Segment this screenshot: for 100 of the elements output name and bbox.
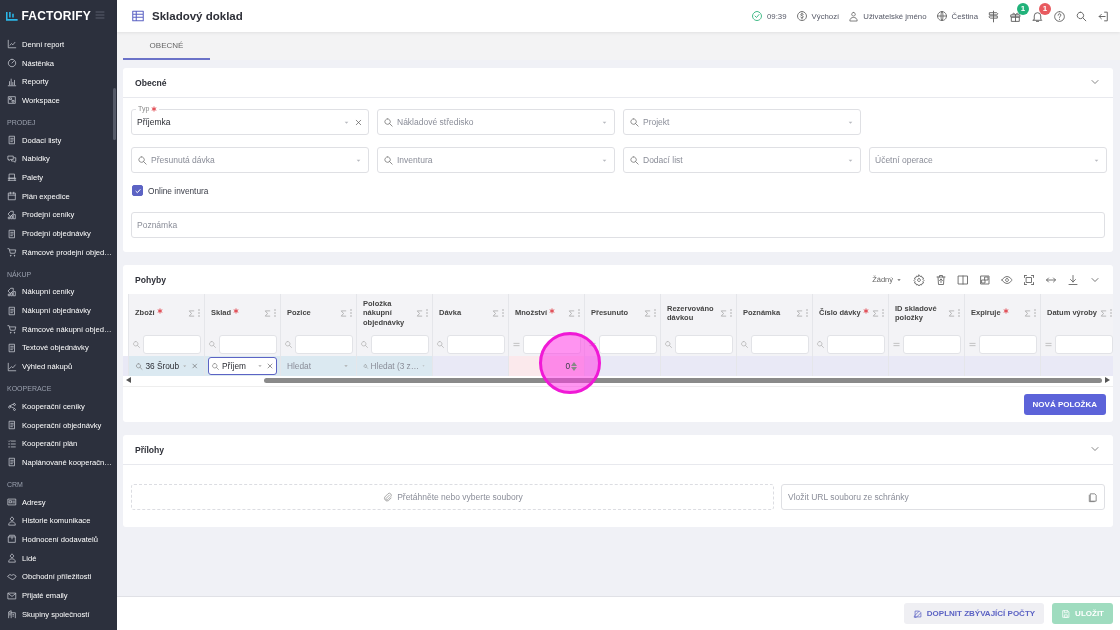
- select-field[interactable]: Projekt: [623, 109, 861, 135]
- filter-field[interactable]: [979, 334, 1037, 354]
- search-icon: [363, 361, 369, 371]
- cart-icon: [7, 324, 17, 335]
- select-field[interactable]: Nákladové středisko: [377, 109, 615, 135]
- select-field[interactable]: Přesunutá dávka: [131, 147, 369, 173]
- mail-icon: [7, 590, 17, 601]
- logout-icon[interactable]: [1097, 9, 1110, 23]
- sigma-icon[interactable]: [567, 308, 576, 318]
- sigma-icon[interactable]: [339, 308, 348, 318]
- download-icon[interactable]: [1067, 273, 1079, 286]
- filter-field[interactable]: [599, 334, 657, 354]
- cart-icon: [7, 247, 17, 258]
- columns-icon[interactable]: [957, 273, 969, 286]
- filter-field[interactable]: [295, 334, 353, 354]
- person-icon: [7, 553, 17, 564]
- grid-icon: [7, 95, 17, 106]
- sigma-icon[interactable]: [947, 308, 956, 318]
- document-icon: [7, 228, 17, 239]
- scrollbar[interactable]: [264, 377, 1102, 383]
- scrollbar[interactable]: [113, 88, 116, 140]
- sigma-icon[interactable]: [187, 308, 196, 318]
- sigma-icon[interactable]: [1099, 308, 1108, 318]
- note-field[interactable]: Poznámka: [131, 212, 1105, 238]
- scroll-left-icon[interactable]: [126, 377, 131, 383]
- paperclip-icon: [382, 491, 394, 503]
- filter-field[interactable]: [827, 334, 885, 354]
- filter-field[interactable]: [1055, 334, 1113, 354]
- signpost-icon[interactable]: [987, 9, 1000, 23]
- select-field[interactable]: Dodací list: [623, 147, 861, 173]
- number-input[interactable]: 0: [508, 356, 584, 376]
- document-icon: [7, 420, 17, 431]
- url-field[interactable]: Vložit URL souboru ze schránky: [781, 484, 1105, 510]
- document-icon: [7, 305, 17, 316]
- sigma-icon[interactable]: [263, 308, 272, 318]
- person-icon: [848, 10, 860, 22]
- search-icon: [816, 339, 825, 349]
- sigma-icon[interactable]: [719, 308, 728, 318]
- search-icon[interactable]: [1075, 9, 1088, 23]
- trash-icon[interactable]: [935, 273, 947, 286]
- document-icon: [7, 135, 17, 146]
- tab[interactable]: OBECNÉ: [123, 32, 210, 60]
- price-chart-icon: [7, 209, 17, 220]
- table-icon: [131, 9, 145, 23]
- filter-field[interactable]: [751, 334, 809, 354]
- trend-icon: [7, 361, 17, 372]
- checkbox[interactable]: [132, 185, 143, 196]
- sigma-icon[interactable]: [415, 308, 424, 318]
- section-title: Přílohy: [135, 444, 165, 455]
- select-field[interactable]: Inventura: [377, 147, 615, 173]
- sigma-icon[interactable]: [795, 308, 804, 318]
- search-icon: [740, 339, 749, 349]
- filter-field[interactable]: [903, 334, 961, 354]
- frame-icon[interactable]: [1023, 273, 1035, 286]
- handshake-icon: [7, 571, 17, 582]
- sigma-icon[interactable]: [871, 308, 880, 318]
- search-icon: [629, 116, 640, 128]
- select-field[interactable]: Účetní operace: [869, 147, 1107, 173]
- filter-field[interactable]: [523, 334, 581, 354]
- filter-field[interactable]: [447, 334, 505, 354]
- clear-icon[interactable]: [266, 362, 274, 370]
- clear-icon[interactable]: [190, 362, 198, 370]
- search-icon: [383, 154, 394, 166]
- sigma-icon[interactable]: [1023, 308, 1032, 318]
- checklist-icon: [7, 438, 17, 449]
- filter-field[interactable]: [371, 334, 429, 354]
- clear-icon[interactable]: [354, 117, 363, 127]
- fill-counts-button[interactable]: DOPLNIT ZBÝVAJÍCÍ POČTY: [903, 603, 1045, 624]
- search-icon: [383, 116, 394, 128]
- help-icon[interactable]: [1053, 9, 1066, 23]
- section-title: Obecné: [135, 77, 167, 88]
- pallet-icon: [7, 172, 17, 183]
- bell-icon[interactable]: [1031, 9, 1044, 23]
- new-item-button[interactable]: NOVÁ POLOŽKA: [1023, 394, 1106, 415]
- spinner-icon[interactable]: [571, 361, 577, 371]
- grid-icon[interactable]: [979, 273, 991, 286]
- id-card-icon: [7, 497, 17, 508]
- copy-icon[interactable]: [1087, 491, 1098, 503]
- required-icon: [156, 308, 163, 315]
- required-icon: [549, 308, 556, 315]
- search-icon: [211, 361, 220, 371]
- cell-select[interactable]: Příjem: [208, 357, 277, 375]
- sigma-icon[interactable]: [643, 308, 652, 318]
- settings-icon[interactable]: [913, 273, 925, 286]
- scroll-right-icon[interactable]: [1105, 377, 1110, 383]
- filter-field[interactable]: [219, 334, 277, 354]
- gauge-icon: [7, 58, 17, 69]
- box-icon: [7, 534, 17, 545]
- logo-text: FACTORIFY: [21, 9, 91, 23]
- filter-field[interactable]: [143, 334, 201, 354]
- search-icon: [135, 361, 144, 371]
- logo-icon: [6, 10, 19, 22]
- table-row[interactable]: 36 Šroub Příjem Hledat Hledat (3 z… 0: [123, 356, 1113, 376]
- required-icon: [233, 308, 239, 315]
- search-icon: [360, 339, 369, 349]
- sigma-icon[interactable]: [491, 308, 500, 318]
- eye-icon[interactable]: [1001, 273, 1013, 286]
- bar-chart-icon: [7, 76, 17, 87]
- file-dropzone[interactable]: Přetáhněte nebo vyberte soubory: [131, 484, 774, 510]
- filter-field[interactable]: [675, 334, 733, 354]
